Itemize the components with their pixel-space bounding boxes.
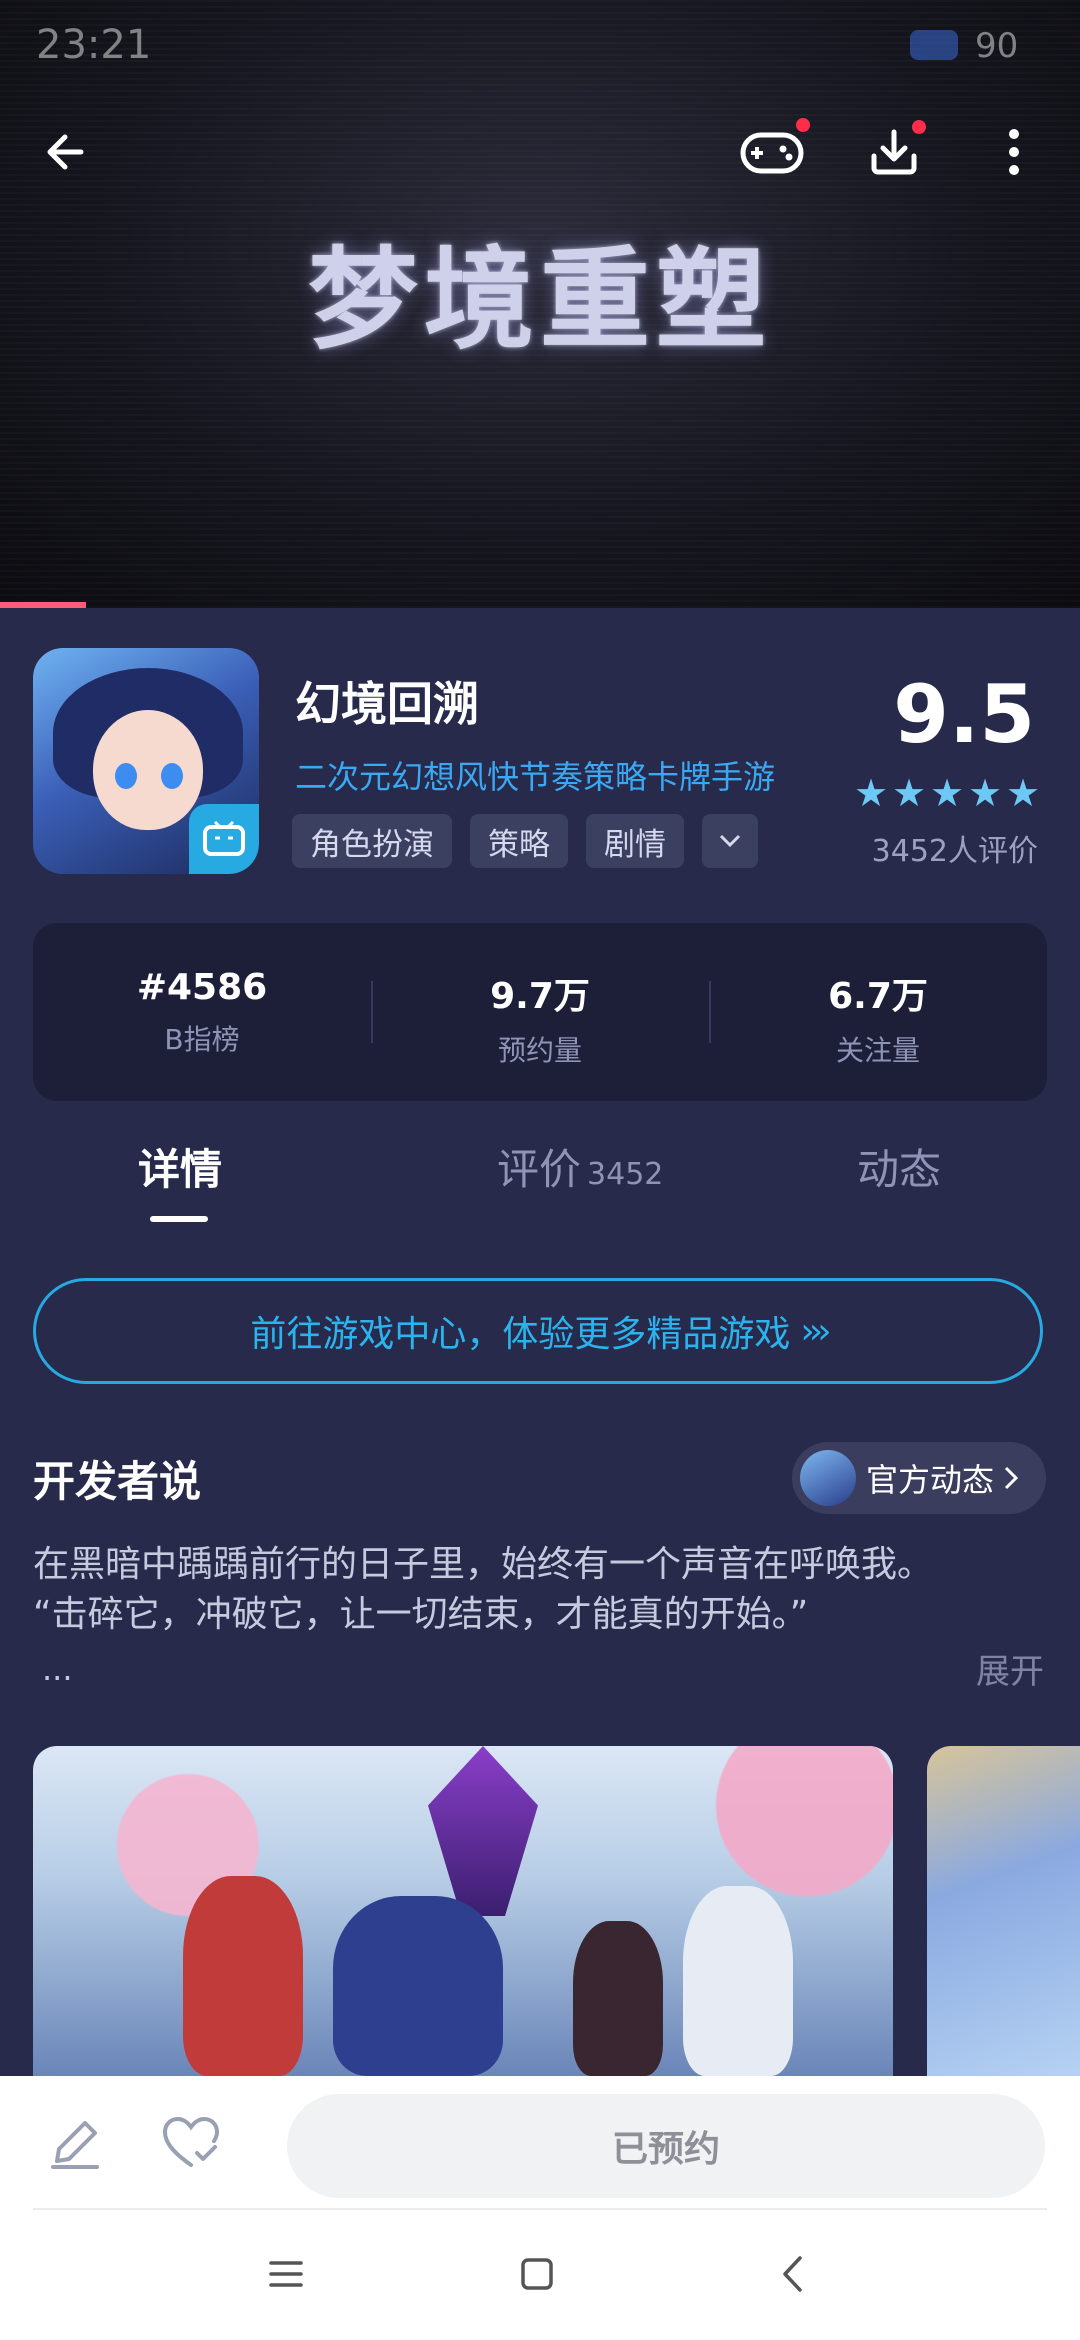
gamepad-icon [740,132,804,174]
back-button[interactable] [24,110,108,194]
bottom-action-bar: 已预约 [0,2076,1080,2210]
chevron-down-icon [719,834,741,848]
more-vertical-icon [1009,129,1019,175]
game-center-link-button[interactable]: 前往游戏中心，体验更多精品游戏 ››› [33,1278,1043,1384]
menu-icon [269,2261,303,2287]
star-icon: ★ [968,771,1003,815]
download-icon [871,129,917,175]
follow-button[interactable] [158,2110,224,2176]
game-center-button[interactable] [730,110,814,194]
screenshot-image[interactable] [33,1746,893,2076]
bilibili-status-icon [910,30,958,60]
more-options-button[interactable] [972,110,1056,194]
avatar [800,1450,856,1506]
back-nav-button[interactable] [762,2244,822,2304]
tab-reviews[interactable]: 评价 3452 [497,1136,663,1197]
home-nav-button[interactable] [507,2244,567,2304]
expand-button[interactable]: 展开 [976,1644,1044,1693]
bilibili-badge-icon [189,804,259,874]
app-description: 二次元幻想风快节奏策略卡牌手游 [295,758,776,796]
banner-progress-bar [0,602,86,608]
chevron-right-icon [1004,1466,1019,1490]
app-name: 幻境回溯 [295,677,479,731]
tag-item[interactable]: 策略 [470,814,568,868]
tab-indicator [150,1216,208,1222]
battery-level: 90 [975,26,1019,66]
double-chevron-right-icon: ››› [800,1310,831,1352]
tab-updates[interactable]: 动态 [857,1136,941,1197]
stat-reservations: 9.7万 预约量 [371,923,709,1101]
tag-item[interactable]: 剧情 [586,814,684,868]
screenshot-image[interactable] [927,1746,1080,2076]
stat-followers: 6.7万 关注量 [709,923,1047,1101]
reserved-button[interactable]: 已预约 [287,2094,1045,2198]
star-icon: ★ [1006,771,1041,815]
stats-card: #4586 B指榜 9.7万 预约量 6.7万 关注量 [33,923,1047,1101]
tag-list: 角色扮演 策略 剧情 [292,814,758,868]
developer-text: 在黑暗中踽踽前行的日子里，始终有一个声音在呼唤我。 “击碎它，冲破它，让一切结束… [33,1544,934,1635]
pencil-icon [51,2121,99,2169]
star-icon: ★ [854,771,889,815]
notification-dot [796,118,810,132]
menu-nav-button[interactable] [256,2244,316,2304]
review-count: 3452 [587,1157,664,1192]
square-home-icon [521,2258,553,2290]
heart-check-icon [162,2116,220,2167]
download-button[interactable] [852,110,936,194]
app-icon[interactable] [33,648,259,874]
stat-rank[interactable]: #4586 B指榜 [33,923,371,1101]
tags-expand-button[interactable] [702,814,758,868]
star-icon: ★ [892,771,927,815]
developer-section-title: 开发者说 [33,1457,202,1506]
header-banner: 梦境重塑 [0,0,1080,608]
rating-score: 9.5 [893,668,1035,761]
notification-dot [912,120,926,134]
status-bar: 23:21 90 [0,0,1080,90]
rating-count: 3452人评价 [871,834,1038,869]
arrow-left-icon [47,134,84,170]
system-nav-bar [0,2210,1080,2340]
official-updates-button[interactable]: 官方动态 [792,1442,1046,1514]
tag-item[interactable]: 角色扮演 [292,814,452,868]
banner-game-logo: 梦境重塑 [308,235,772,364]
rating-stars: ★ ★ ★ ★ ★ [854,771,1041,815]
write-review-button[interactable] [42,2110,108,2176]
text-ellipsis: ... [42,1650,73,1688]
tab-details[interactable]: 详情 [138,1136,222,1197]
star-icon: ★ [930,771,965,815]
chevron-left-icon [783,2256,802,2292]
status-time: 23:21 [36,22,152,68]
